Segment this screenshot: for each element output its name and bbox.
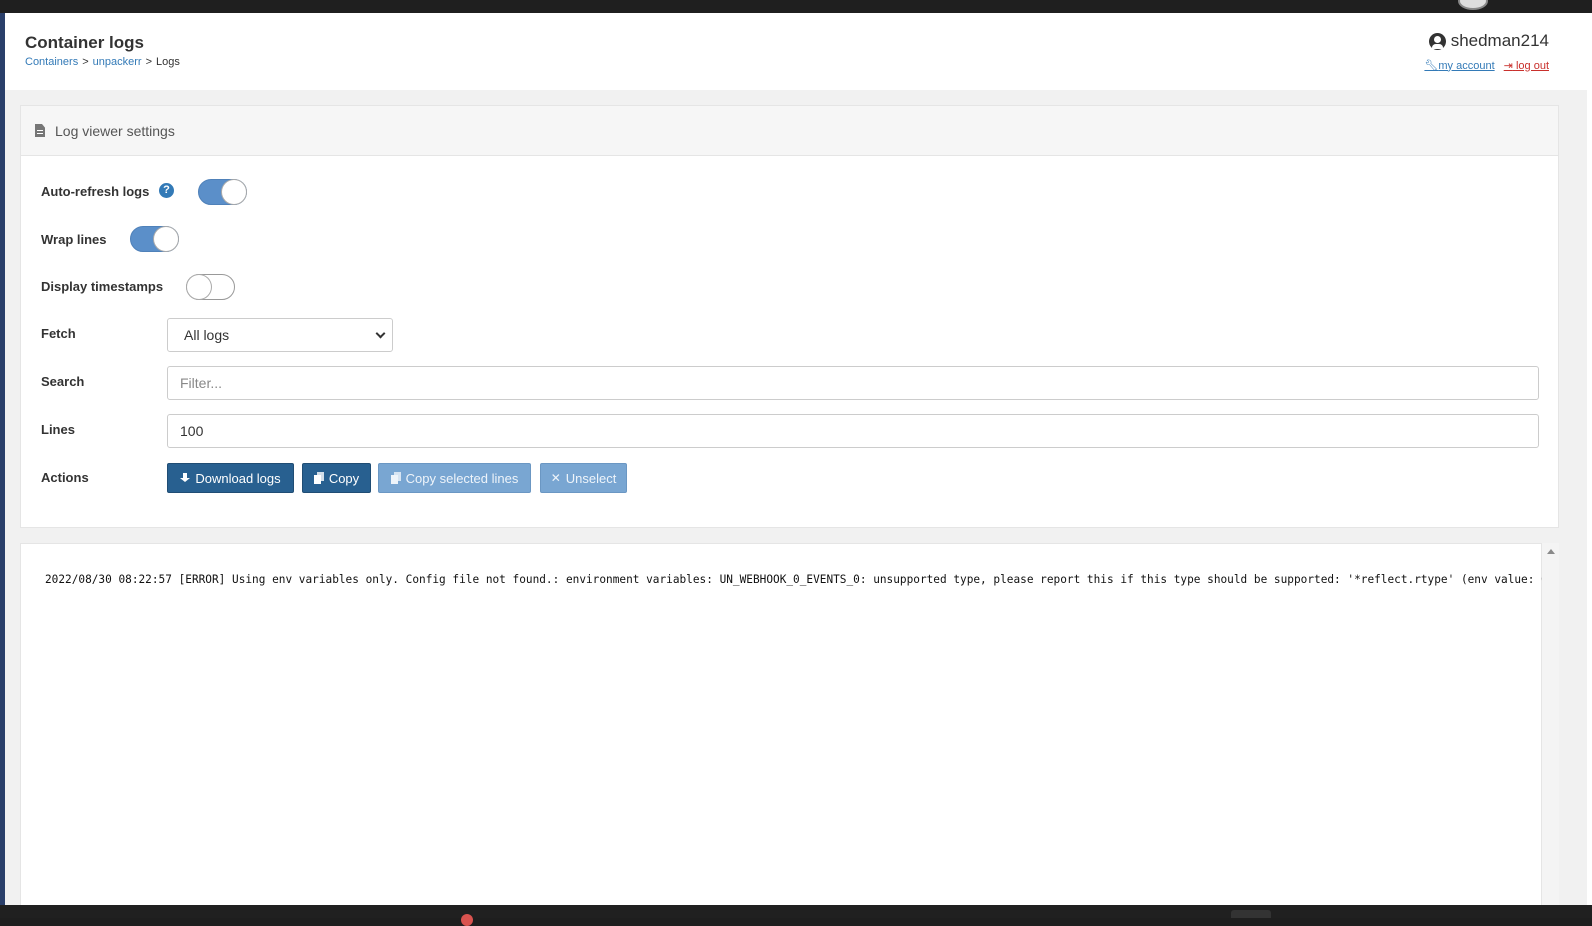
- wrench-icon: 🔧︎: [1424, 59, 1439, 72]
- breadcrumb-containers[interactable]: Containers: [25, 56, 78, 68]
- breadcrumb-unpackerr[interactable]: unpackerr: [93, 56, 142, 68]
- log-scrollbar[interactable]: [1542, 543, 1559, 905]
- times-icon: ✕: [550, 471, 561, 485]
- log-out-label: log out: [1515, 59, 1549, 72]
- user-links: 🔧︎my account ⇥ log out: [1424, 59, 1549, 72]
- lines-input[interactable]: [167, 414, 1539, 448]
- log-line[interactable]: 2022/08/30 08:22:57 [ERROR] Using env va…: [45, 573, 1554, 586]
- toggle-knob: [222, 180, 246, 204]
- breadcrumb-current: Logs: [156, 56, 180, 68]
- fetch-select[interactable]: All logs: [167, 318, 393, 352]
- toggle-knob: [187, 275, 211, 299]
- wrap-lines-toggle[interactable]: [130, 226, 179, 252]
- window-right-edge: [1587, 13, 1592, 905]
- display-timestamps-toggle[interactable]: [186, 274, 235, 300]
- search-label: Search: [41, 374, 85, 389]
- log-output-panel[interactable]: 2022/08/30 08:22:57 [ERROR] Using env va…: [20, 543, 1554, 905]
- sign-out-icon: ⇥: [1503, 59, 1513, 72]
- copy-icon: [313, 472, 324, 484]
- unselect-label: Unselect: [565, 470, 617, 486]
- copy-button[interactable]: Copy: [302, 463, 371, 493]
- auto-refresh-label: Auto-refresh logs: [41, 184, 150, 199]
- my-account-label: my account: [1438, 59, 1495, 72]
- user-menu: shedman214 🔧︎my account ⇥ log out: [1424, 31, 1549, 72]
- wrap-lines-label: Wrap lines: [41, 232, 107, 247]
- file-text-icon: [35, 124, 45, 137]
- copy-label: Copy: [328, 470, 360, 486]
- question-circle-icon[interactable]: ?: [159, 183, 174, 198]
- os-taskbar: [0, 905, 1592, 918]
- download-logs-label: Download logs: [195, 470, 281, 486]
- taskbar-tab[interactable]: [1231, 910, 1271, 918]
- toggle-knob: [154, 227, 178, 251]
- log-out-link[interactable]: ⇥ log out: [1504, 60, 1549, 72]
- display-timestamps-label: Display timestamps: [41, 279, 164, 294]
- copy-icon: [390, 472, 401, 484]
- fetch-label: Fetch: [41, 326, 76, 341]
- breadcrumb: Containers > unpackerr > Logs: [25, 56, 180, 68]
- unselect-button[interactable]: ✕ Unselect: [540, 463, 627, 493]
- page-title: Container logs: [25, 33, 145, 52]
- actions-label: Actions: [41, 470, 89, 485]
- search-input[interactable]: [167, 366, 1539, 400]
- my-account-link[interactable]: 🔧︎my account: [1424, 60, 1494, 72]
- user-name-display: shedman214: [1428, 31, 1549, 51]
- scroll-up-arrow-icon[interactable]: [1547, 549, 1555, 554]
- username: shedman214: [1450, 31, 1549, 50]
- copy-selected-lines-label: Copy selected lines: [405, 470, 519, 486]
- fetch-selected-value: All logs: [184, 327, 230, 343]
- copy-selected-lines-button[interactable]: Copy selected lines: [378, 463, 531, 493]
- auto-refresh-toggle[interactable]: [198, 179, 247, 205]
- lines-label: Lines: [41, 422, 75, 437]
- chevron-down-icon: [375, 328, 386, 339]
- notification-dot-icon: [461, 914, 473, 926]
- download-logs-button[interactable]: Download logs: [167, 463, 294, 493]
- breadcrumb-separator: >: [82, 56, 89, 68]
- log-viewer-settings-panel: Log viewer settings Auto-refresh logs ? …: [20, 105, 1559, 528]
- user-circle-icon: [1428, 32, 1446, 50]
- download-icon: [180, 472, 191, 484]
- breadcrumb-separator: >: [145, 56, 152, 68]
- page-header: Container logs Containers > unpackerr > Logs…: [5, 13, 1587, 90]
- os-top-bar: [0, 0, 1592, 13]
- panel-heading-title: Log viewer settings: [55, 122, 175, 139]
- panel-heading: Log viewer settings: [21, 106, 1558, 156]
- app-window: Container logs Containers > unpackerr > Logs…: [5, 13, 1587, 905]
- profile-avatar-icon[interactable]: [1458, 0, 1488, 10]
